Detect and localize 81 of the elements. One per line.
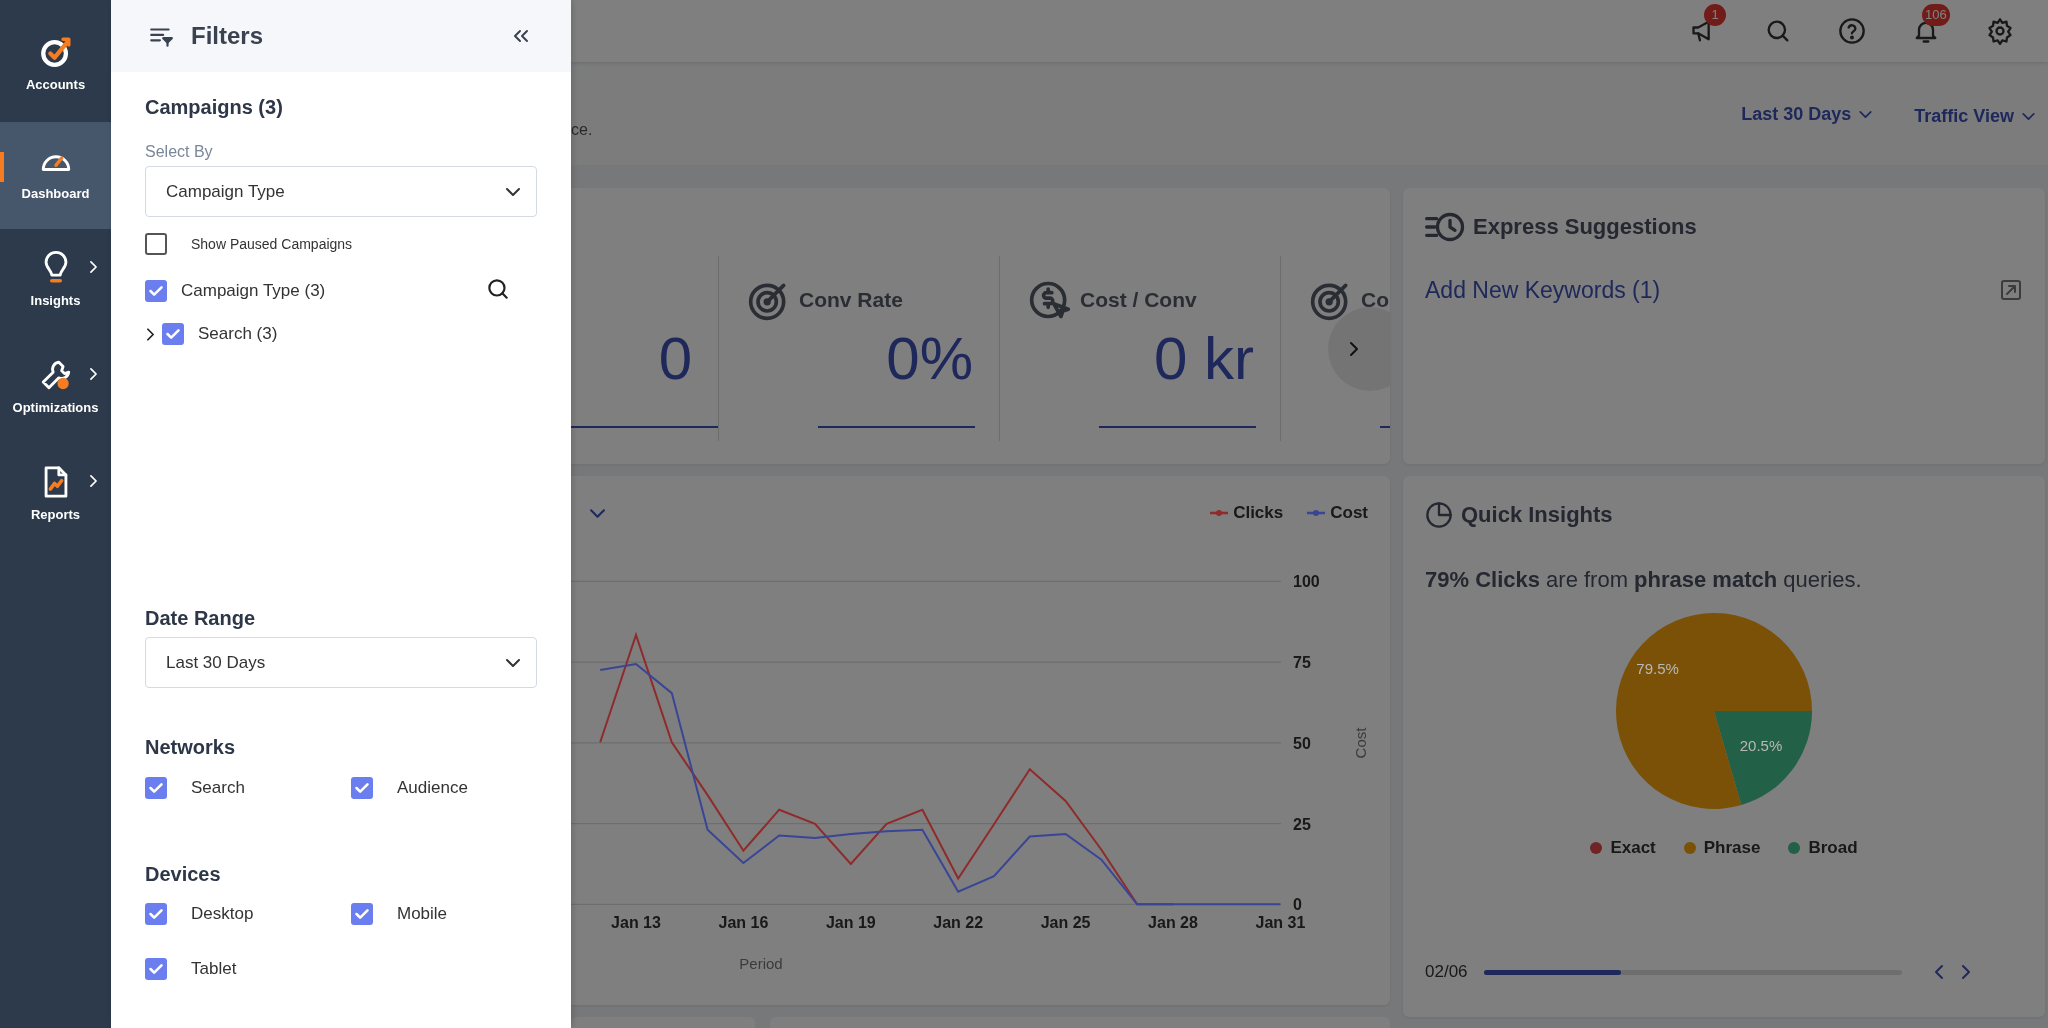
insight-sentence: 79% Clicks are from phrase match queries. [1425, 567, 1863, 593]
select-field[interactable]: Campaign Type [145, 166, 537, 217]
axis-title: Period [739, 955, 783, 972]
select-field[interactable]: Last 30 Days [145, 637, 537, 688]
chevron-right-icon[interactable] [1962, 965, 1970, 979]
chevron-down-icon[interactable] [590, 509, 605, 518]
panel-title: Filters [191, 22, 265, 50]
kpi-value: 0 [658, 325, 692, 392]
tree-item-label: Search (3) [198, 324, 278, 344]
target-check-icon [38, 35, 73, 69]
kpi-value: 0 kr [1153, 325, 1254, 392]
checkbox[interactable] [162, 323, 184, 345]
checkbox-label: Tablet [191, 959, 237, 979]
legend-marker [1210, 509, 1229, 517]
axis-tick-label: Jan 28 [1148, 914, 1198, 931]
chevron-down-icon [1859, 110, 1873, 118]
nav-item[interactable]: Accounts [0, 0, 111, 122]
axis-tick-label: 100 [1293, 573, 1320, 591]
axis-tick-label: 75 [1293, 654, 1311, 672]
legend-label: Cost [1330, 503, 1368, 523]
count-badge: 106 [1922, 4, 1950, 26]
page-description: ce. [571, 121, 593, 139]
legend-label: Broad [1808, 838, 1858, 858]
nav-item[interactable]: Dashboard [0, 122, 111, 229]
chevron-right-icon [1350, 342, 1358, 356]
axis-tick-label: Jan 13 [611, 914, 661, 931]
open-link-icon[interactable] [1999, 278, 2023, 302]
data-label: 20.5% [1739, 737, 1783, 755]
kpi-value: 0% [886, 325, 973, 392]
nav-item[interactable]: Insights [0, 229, 111, 336]
card-title: Quick Insights [1461, 502, 1613, 528]
legend-marker [1307, 509, 1326, 517]
help-icon[interactable] [1838, 17, 1866, 45]
axis-tick-label: 50 [1293, 734, 1311, 752]
section-title: Date Range [145, 607, 257, 629]
section-title: Campaigns (3) [145, 96, 284, 118]
page-indicator: 02/06 [1425, 962, 1468, 982]
axis-tick-label: Jan 16 [718, 914, 769, 931]
axis-tick-label: Jan 22 [933, 914, 984, 931]
checkbox-label: Mobile [397, 904, 448, 924]
checkbox-label: Audience [397, 778, 468, 798]
axis-tick-label: Jan 31 [1255, 914, 1306, 931]
axis-tick-label: 0 [1293, 896, 1302, 914]
axis-tick-label: Jan 25 [1040, 914, 1091, 931]
legend-label: Exact [1610, 838, 1656, 858]
checkbox-label: Search [191, 778, 245, 798]
checkbox[interactable] [145, 280, 167, 302]
card-title: Express Suggestions [1473, 214, 1697, 240]
chevron-down-icon [2022, 112, 2035, 120]
tree-item-label: Campaign Type (3) [181, 281, 326, 301]
count-badge: 1 [1704, 4, 1726, 26]
settings-icon[interactable] [1986, 17, 2014, 45]
field-label: Select By [145, 142, 214, 162]
search-icon[interactable] [485, 276, 511, 302]
checkbox[interactable] [145, 903, 167, 925]
checkbox[interactable] [351, 777, 373, 799]
data-label: 79.5% [1636, 659, 1679, 677]
expand-chevron-icon[interactable] [147, 327, 154, 341]
kpi-label: Co [1361, 288, 1389, 312]
nav-item[interactable]: Reports [0, 443, 111, 550]
chevron-down-icon [506, 187, 520, 196]
chevron-down-icon [506, 658, 520, 667]
checkbox-label: Show Paused Campaigns [191, 236, 353, 252]
checkbox[interactable] [145, 777, 167, 799]
section-title: Networks [145, 736, 237, 758]
chevron-left-icon[interactable] [1935, 965, 1943, 979]
checkbox[interactable] [145, 233, 167, 255]
next-button[interactable] [1328, 307, 1390, 391]
section-title: Devices [145, 863, 222, 885]
checkbox[interactable] [145, 958, 167, 980]
legend-label: Phrase [1703, 838, 1761, 858]
pie-chart-icon [1425, 501, 1453, 529]
checkbox[interactable] [351, 903, 373, 925]
kpi-label: Conv Rate [799, 288, 903, 312]
kpi-label: Cost / Conv [1080, 288, 1197, 312]
nav-item[interactable]: Optimizations [0, 336, 111, 443]
legend-label: Clicks [1233, 503, 1284, 523]
axis-tick-label: 25 [1293, 815, 1311, 833]
axis-tick-label: Jan 19 [825, 914, 876, 931]
axis-title: Cost [1352, 727, 1369, 759]
checkbox-label: Desktop [191, 904, 254, 924]
